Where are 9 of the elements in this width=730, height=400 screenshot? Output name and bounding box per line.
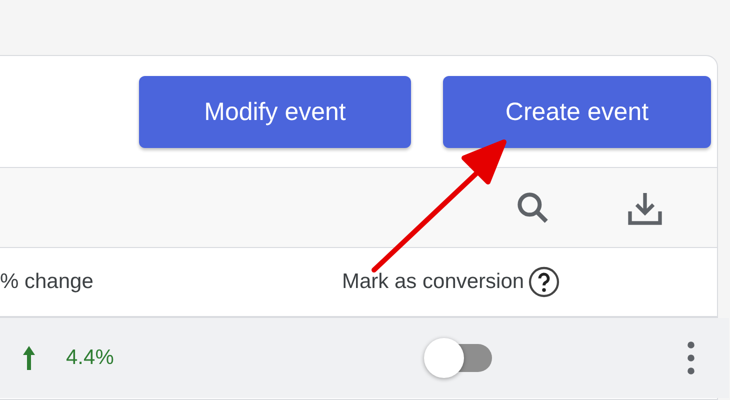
action-button[interactable]: Modify event: [139, 76, 411, 148]
column-header: % change: [0, 270, 94, 294]
help-icon[interactable]: [528, 266, 560, 298]
column-header: Mark as conversion: [342, 270, 524, 294]
up-arrow-icon: [22, 345, 36, 371]
conversion-toggle[interactable]: [422, 336, 494, 380]
action-button[interactable]: Create event: [443, 76, 711, 148]
change-value: 4.4%: [66, 346, 114, 370]
more-icon[interactable]: [687, 340, 695, 376]
